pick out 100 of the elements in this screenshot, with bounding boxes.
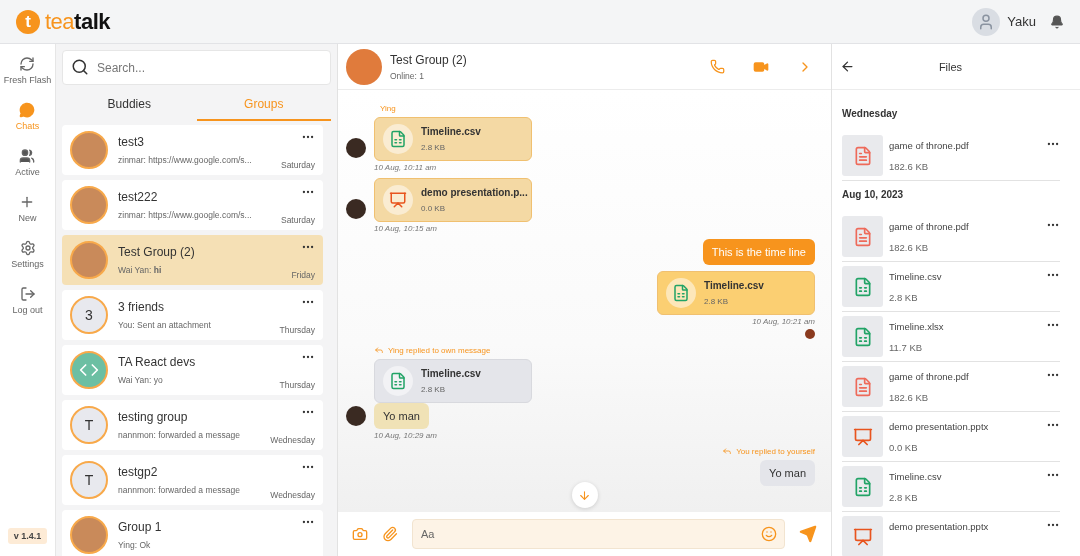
file-name: Timeline.csv [421,368,481,379]
file-size: 182.6 KB [889,392,930,403]
conversation-item[interactable]: Test Group (2) Wai Yan: hi Friday [62,235,323,285]
group-avatar: T [70,406,108,444]
search-icon [71,58,89,76]
conversation-item[interactable]: T testgp2 nannmon: forwarded a message Wednesday [62,455,323,505]
settings-icon [19,240,36,256]
group-avatar [70,241,108,279]
file-name: game of throne.pdf [889,221,970,232]
file-size: 0.0 KB [889,442,919,453]
sender-avatar [346,199,366,219]
logo-mark: t [16,9,40,34]
file-name: demo presentation.pptx [889,521,990,532]
presentation-icon [852,526,873,547]
online-status: Online: 1 [390,70,426,81]
conversation-time: Friday [291,270,315,280]
message-bubble: This is the time line [702,239,815,265]
file-name: demo presentation.p... [421,187,528,198]
notification-bell-icon[interactable] [1050,14,1064,29]
group-avatar: 3 [70,296,108,334]
back-arrow-icon[interactable] [840,59,855,74]
reply-label: Ying replied to own message [374,345,491,355]
people-icon [19,148,36,164]
conversation-item[interactable]: test3 zinmar: https://www.google.com/s... Saturday [62,125,323,175]
refresh-icon [19,56,36,72]
paperclip-icon [382,526,398,542]
tab[interactable]: Buddies [62,89,197,121]
last-message: zinmar: https://www.google.com/s... [118,210,253,220]
user-avatar[interactable] [972,7,1001,36]
reply-icon [722,446,733,456]
conversation-name: 3 friends [118,300,166,314]
file-size: 2.8 KB [889,292,919,303]
logout-icon [19,286,36,302]
last-message: nannmon: forwarded a message [118,485,241,495]
conversation-item[interactable]: test222 zinmar: https://www.google.com/s... Saturday [62,180,323,230]
conversation-time: Thursday [279,380,315,390]
sender-avatar [346,138,366,158]
chat-bubble-icon [19,102,36,118]
sender-name: Ying [380,104,396,113]
arrow-down-icon [578,488,591,502]
group-avatar: T [70,461,108,499]
conversation-name: testing group [118,410,189,424]
conversation-name: testgp2 [118,465,159,479]
file-size: 11.7 KB [889,342,924,353]
chat-title: Test Group (2) [390,52,468,67]
message-input[interactable]: Aa [412,519,785,549]
file-message[interactable]: Timeline.csv 2.8 KB [374,359,532,403]
file-name: Timeline.csv [421,126,481,137]
panel-title: Files [937,60,964,73]
conversation-time: Wednesday [270,490,315,500]
nav-item[interactable]: Active [15,146,40,179]
file-message[interactable]: demo presentation.p... 0.0 KB [374,178,532,222]
file-size: 0.0 KB [421,204,446,213]
file-message[interactable]: Timeline.csv 2.8 KB [657,271,815,315]
version-badge: v 1.4.1 [7,528,48,544]
quoted-message: Yo man [760,460,815,486]
conversation-item[interactable]: T testing group nannmon: forwarded a message Wednesday [62,400,323,450]
conversation-time: Thursday [279,325,315,335]
message-time: 10 Aug, 10:15 am [374,224,437,233]
file-size: 182.6 KB [889,242,930,253]
file-message[interactable]: Timeline.csv 2.8 KB [374,117,532,161]
file-name: Timeline.csv [889,271,943,282]
file-size: 182.6 KB [889,161,930,172]
reply-label: You replied to yourself [722,446,815,456]
group-avatar [70,516,108,554]
nav-item[interactable]: Fresh Flash [3,54,52,87]
file-name: demo presentation.pptx [889,421,990,432]
phone-icon [710,59,725,74]
presentation-icon [852,426,873,447]
date-heading: Wednesday [842,107,899,121]
last-message: Wai Yan: yo [118,375,164,385]
conversation-time: Saturday [280,215,315,225]
conversation-name: Group 1 [118,520,163,534]
group-avatar [70,186,108,224]
nav-item[interactable]: Settings [11,238,44,271]
file-name: Timeline.xlsx [889,321,945,332]
file-name: Timeline.csv [889,471,943,482]
nav-item[interactable]: Log out [12,284,43,317]
logo-text: teatalk [45,8,110,35]
user-name: Yaku [1007,14,1036,29]
message-time: 10 Aug, 10:21 am [752,317,815,326]
conversation-item[interactable]: TA React devs Wai Yan: yo Thursday [62,345,323,395]
last-message: Ying: Ok [118,540,152,550]
conversation-name: test3 [118,135,145,149]
file-size: 2.8 KB [421,385,446,394]
nav-item[interactable]: New [18,192,37,225]
search-field[interactable]: Search... [62,50,331,85]
conversation-name: test222 [118,190,159,204]
spreadsheet-icon [672,284,690,302]
camera-icon [352,526,368,542]
conversation-item[interactable]: 3 3 friends You: Sent an attachment Thursday [62,290,323,340]
group-avatar [70,131,108,169]
conversation-item[interactable]: Group 1 Ying: Ok [62,510,323,556]
file-name: game of throne.pdf [889,140,970,151]
presentation-icon [389,191,407,209]
file-size: 2.8 KB [421,143,446,152]
conversation-name: Test Group (2) [118,245,196,259]
spreadsheet-icon [389,372,407,390]
conversation-time: Wednesday [270,435,315,445]
file-name: Timeline.csv [704,280,764,291]
